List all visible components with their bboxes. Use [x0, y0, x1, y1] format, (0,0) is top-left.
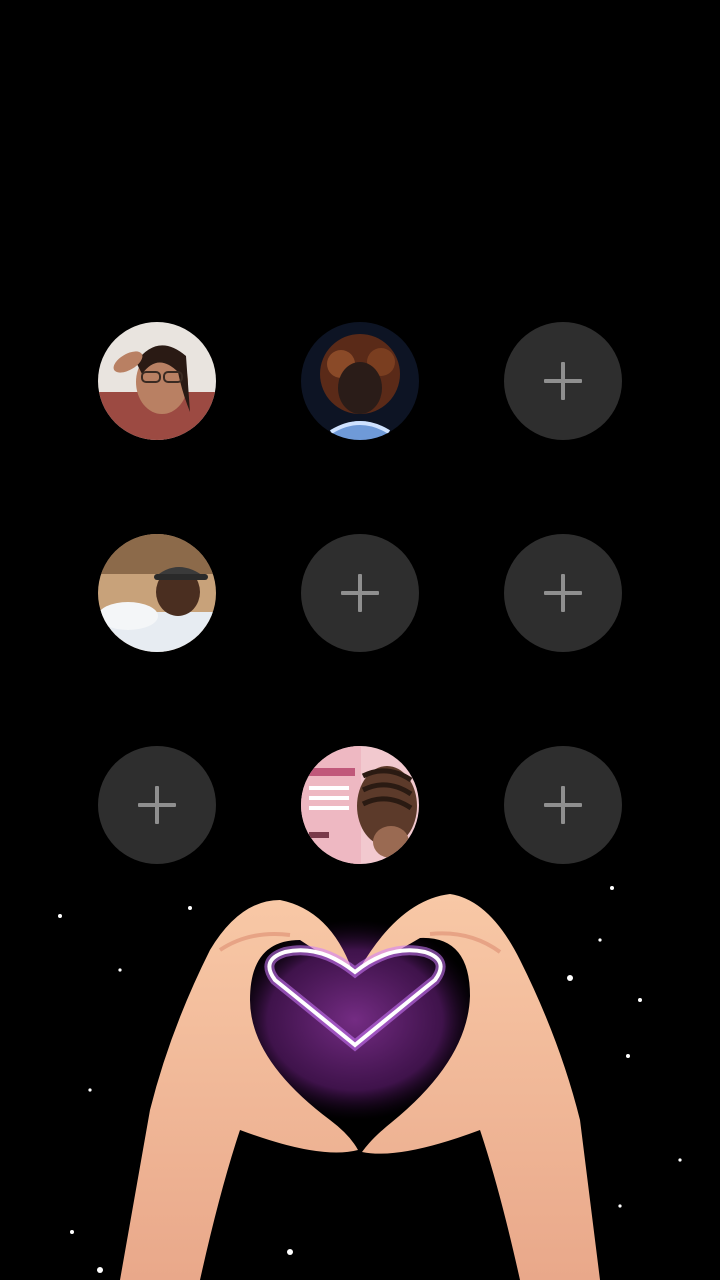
friends-grid-screen: [0, 0, 720, 1280]
friend-avatar-slot-4[interactable]: [98, 534, 216, 652]
avatar-2-image: [301, 322, 419, 440]
friend-avatar-slot-2[interactable]: [301, 322, 419, 440]
avatar-3-image: [98, 534, 216, 652]
plus-icon: [544, 574, 582, 612]
friend-avatar-slot-8[interactable]: [301, 746, 419, 864]
add-friend-slot-3[interactable]: [504, 322, 622, 440]
plus-icon: [138, 786, 176, 824]
plus-icon: [544, 786, 582, 824]
add-friend-slot-5[interactable]: [301, 534, 419, 652]
add-friend-slot-7[interactable]: [98, 746, 216, 864]
plus-icon: [544, 362, 582, 400]
friend-avatar-slot-1[interactable]: [98, 322, 216, 440]
avatar-4-image: [301, 746, 419, 864]
heart-hands-icon: [58, 886, 682, 1280]
avatar-1-image: [98, 322, 216, 440]
plus-icon: [341, 574, 379, 612]
add-friend-slot-9[interactable]: [504, 746, 622, 864]
add-friend-slot-6[interactable]: [504, 534, 622, 652]
